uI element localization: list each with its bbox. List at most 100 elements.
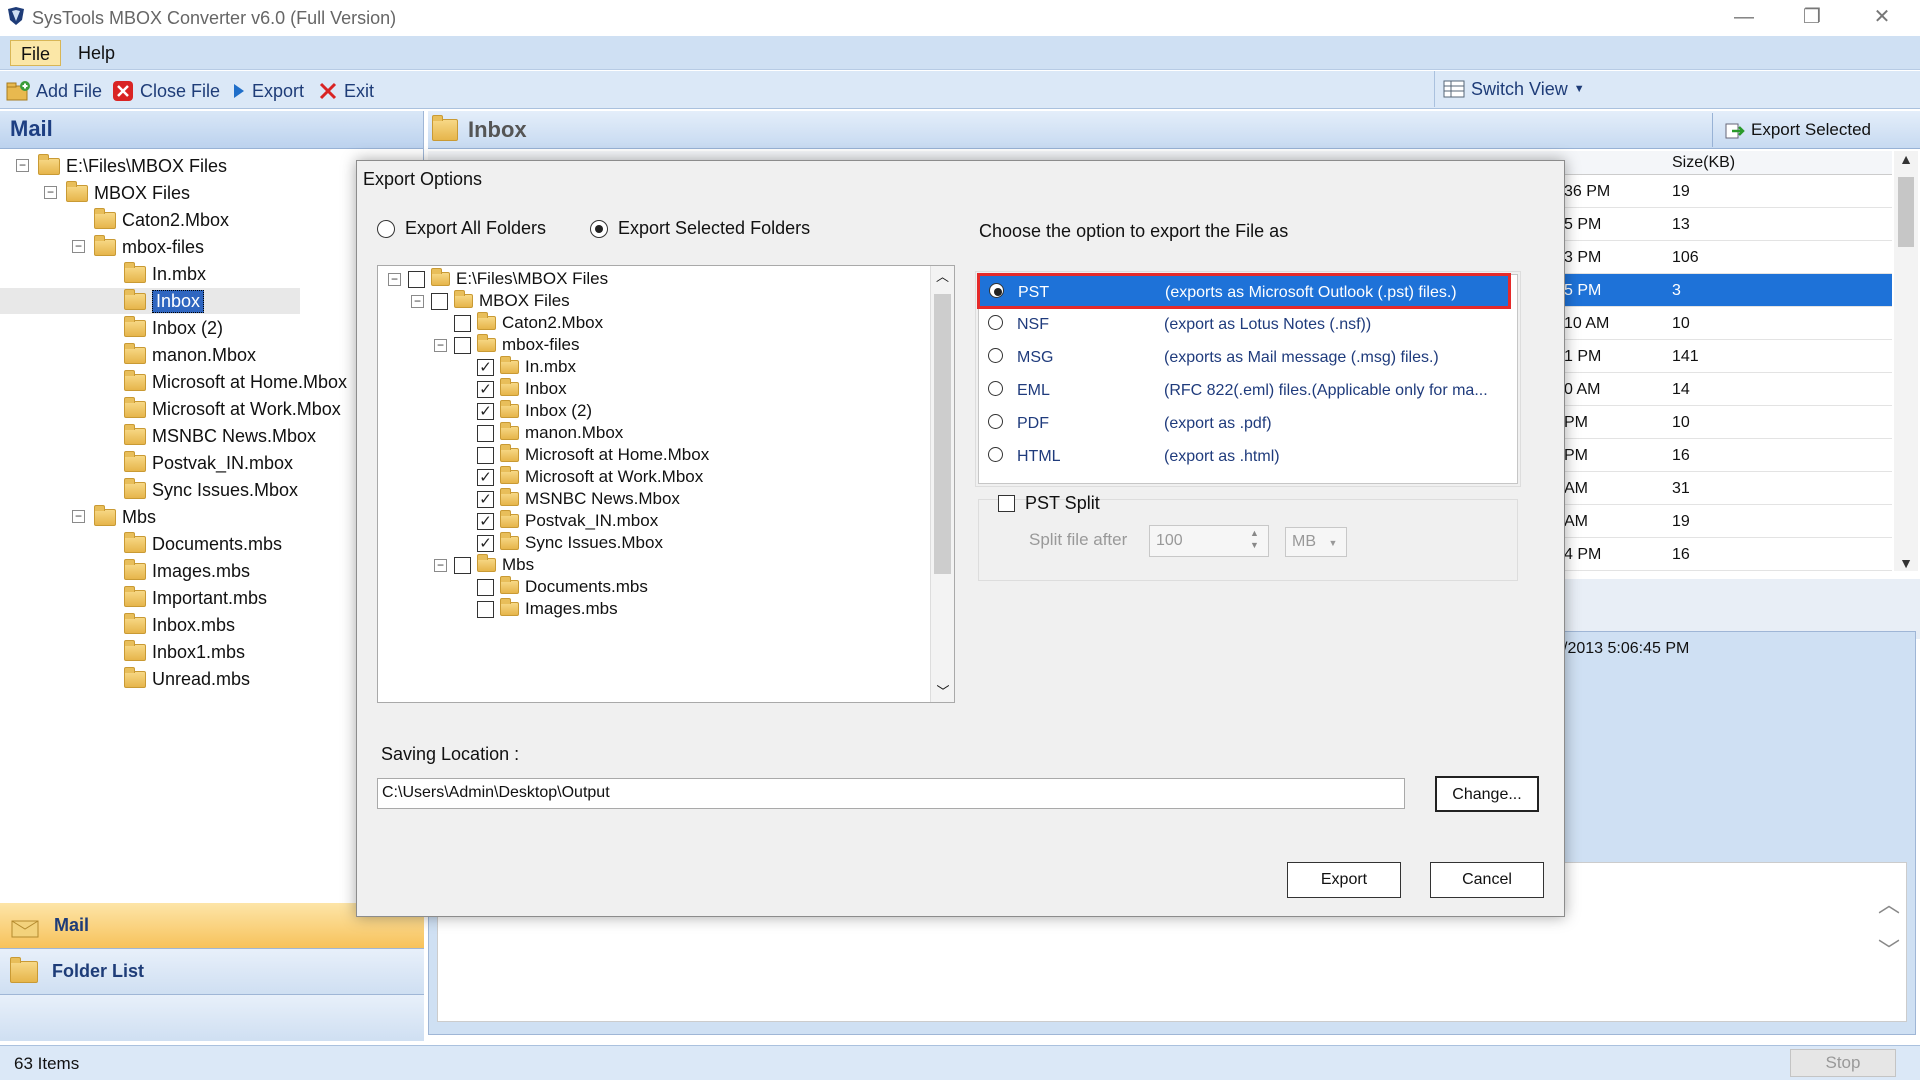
format-radio[interactable] bbox=[988, 315, 1003, 330]
format-option-pdf[interactable]: PDF (export as .pdf) bbox=[979, 407, 1517, 440]
dialog-tree-item[interactable]: MBOX Files bbox=[431, 290, 570, 312]
pst-split-option[interactable]: PST Split bbox=[998, 493, 1100, 514]
folder-checkbox[interactable] bbox=[454, 314, 471, 332]
dialog-tree-item[interactable]: Mbs bbox=[454, 554, 534, 576]
exit-button[interactable]: Exit bbox=[318, 78, 374, 104]
format-option-nsf[interactable]: NSF (export as Lotus Notes (.nsf)) bbox=[979, 308, 1517, 341]
tree-inbox-selected[interactable]: Inbox bbox=[0, 288, 300, 314]
pst-split-checkbox[interactable] bbox=[998, 495, 1015, 512]
dialog-tree-item[interactable]: Documents.mbs bbox=[477, 576, 648, 598]
scroll-thumb[interactable] bbox=[1898, 177, 1914, 247]
export-all-radio[interactable] bbox=[377, 219, 395, 238]
folder-checkbox[interactable]: ✓ bbox=[477, 490, 494, 508]
add-file-button[interactable]: Add File bbox=[6, 78, 102, 104]
tree-root[interactable]: E:\Files\MBOX Files bbox=[38, 153, 227, 179]
folder-checkbox[interactable]: ✓ bbox=[477, 468, 494, 486]
tree-inbox1[interactable]: Inbox1.mbs bbox=[124, 639, 245, 665]
dialog-tree-item[interactable]: ✓ Inbox bbox=[477, 378, 567, 400]
tree-mbs[interactable]: Mbs bbox=[94, 504, 156, 530]
saving-path-input[interactable]: C:\Users\Admin\Desktop\Output bbox=[377, 778, 1405, 809]
folder-checkbox[interactable] bbox=[477, 578, 494, 596]
dialog-tree-item[interactable]: ✓ MSNBC News.Mbox bbox=[477, 488, 680, 510]
restore-button[interactable]: ❐ bbox=[1782, 0, 1842, 36]
folder-checkbox[interactable] bbox=[454, 336, 471, 354]
collapse-icon[interactable]: − bbox=[388, 273, 401, 286]
export-button[interactable]: Export bbox=[232, 78, 304, 104]
dialog-tree-item[interactable]: mbox-files bbox=[454, 334, 579, 356]
folder-checkbox[interactable]: ✓ bbox=[477, 534, 494, 552]
menu-help[interactable]: Help bbox=[68, 40, 125, 66]
tree-important[interactable]: Important.mbs bbox=[124, 585, 267, 611]
folder-checkbox[interactable] bbox=[477, 600, 494, 618]
close-window-button[interactable]: ✕ bbox=[1852, 0, 1912, 36]
dialog-export-button[interactable]: Export bbox=[1287, 862, 1401, 898]
tree-msnbc[interactable]: MSNBC News.Mbox bbox=[124, 423, 316, 449]
tree-mbox-files[interactable]: MBOX Files bbox=[66, 180, 190, 206]
format-option-html[interactable]: HTML (export as .html) bbox=[979, 440, 1517, 473]
close-file-button[interactable]: Close File bbox=[112, 78, 220, 104]
dialog-cancel-button[interactable]: Cancel bbox=[1430, 862, 1544, 898]
format-option-eml[interactable]: EML (RFC 822(.eml) files.(Applicable only… bbox=[979, 374, 1517, 407]
size-column-header[interactable]: Size(KB) bbox=[1672, 154, 1735, 172]
dialog-tree-item[interactable]: Caton2.Mbox bbox=[454, 312, 603, 334]
folder-checkbox[interactable]: ✓ bbox=[477, 402, 494, 420]
format-radio[interactable] bbox=[988, 381, 1003, 396]
dialog-tree-item[interactable]: Microsoft at Home.Mbox bbox=[477, 444, 709, 466]
scroll-down-icon[interactable]: ▼ bbox=[1894, 555, 1918, 571]
folder-checkbox[interactable] bbox=[454, 556, 471, 574]
export-selected-radio[interactable] bbox=[590, 219, 608, 238]
folder-checkbox[interactable] bbox=[477, 446, 494, 464]
dialog-tree-item[interactable]: ✓ Postvak_IN.mbox bbox=[477, 510, 658, 532]
stepper-arrows-icon[interactable]: ▲ ▼ bbox=[1250, 527, 1259, 551]
nav-folder-list-button[interactable]: Folder List bbox=[0, 949, 424, 995]
tree-mbox-files-sub[interactable]: mbox-files bbox=[94, 234, 204, 260]
dialog-tree-item[interactable]: ✓ Sync Issues.Mbox bbox=[477, 532, 663, 554]
minimize-button[interactable]: — bbox=[1714, 0, 1774, 36]
tree-inbox-2[interactable]: Inbox (2) bbox=[124, 315, 223, 341]
scroll-up-icon[interactable]: ︿ bbox=[931, 266, 954, 285]
collapse-icon[interactable]: − bbox=[72, 240, 85, 253]
export-selected-option[interactable]: Export Selected Folders bbox=[590, 218, 810, 239]
tree-ms-work[interactable]: Microsoft at Work.Mbox bbox=[124, 396, 341, 422]
folder-checkbox[interactable]: ✓ bbox=[477, 358, 494, 376]
format-radio[interactable] bbox=[988, 447, 1003, 462]
folder-checkbox[interactable] bbox=[431, 292, 448, 310]
dialog-tree-scrollbar[interactable]: ︿ ﹀ bbox=[930, 266, 954, 702]
export-all-option[interactable]: Export All Folders bbox=[377, 218, 546, 239]
dialog-tree-item[interactable]: manon.Mbox bbox=[477, 422, 623, 444]
folder-checkbox[interactable] bbox=[477, 424, 494, 442]
folder-checkbox[interactable]: ✓ bbox=[477, 512, 494, 530]
tree-ms-home[interactable]: Microsoft at Home.Mbox bbox=[124, 369, 347, 395]
folder-checkbox[interactable] bbox=[408, 270, 425, 288]
scroll-thumb[interactable] bbox=[934, 294, 951, 574]
dialog-tree-item[interactable]: ✓ Microsoft at Work.Mbox bbox=[477, 466, 703, 488]
tree-manon[interactable]: manon.Mbox bbox=[124, 342, 256, 368]
tree-in-mbx[interactable]: In.mbx bbox=[124, 261, 206, 287]
tree-images[interactable]: Images.mbs bbox=[124, 558, 250, 584]
folder-checkbox[interactable]: ✓ bbox=[477, 380, 494, 398]
dialog-tree-item[interactable]: ✓ In.mbx bbox=[477, 356, 576, 378]
tree-documents[interactable]: Documents.mbs bbox=[124, 531, 282, 557]
export-selected-button[interactable]: Export Selected bbox=[1712, 113, 1900, 147]
change-location-button[interactable]: Change... bbox=[1435, 776, 1539, 812]
collapse-icon[interactable]: − bbox=[434, 559, 447, 572]
format-radio[interactable] bbox=[988, 348, 1003, 363]
dialog-tree-item[interactable]: Images.mbs bbox=[477, 598, 618, 620]
scroll-up-icon[interactable]: ▲ bbox=[1894, 151, 1918, 167]
message-list-scrollbar[interactable]: ▲ ▼ bbox=[1894, 151, 1918, 571]
tree-postvak[interactable]: Postvak_IN.mbox bbox=[124, 450, 293, 476]
collapse-icon[interactable]: − bbox=[434, 339, 447, 352]
format-radio[interactable] bbox=[988, 414, 1003, 429]
format-option-pst[interactable]: PST (exports as Microsoft Outlook (.pst) … bbox=[977, 273, 1511, 309]
collapse-icon[interactable]: − bbox=[44, 186, 57, 199]
collapse-icon[interactable]: − bbox=[16, 159, 29, 172]
collapse-icon[interactable]: − bbox=[411, 295, 424, 308]
tree-caton2[interactable]: Caton2.Mbox bbox=[94, 207, 229, 233]
menu-file[interactable]: File bbox=[10, 40, 62, 66]
tree-sync-issues[interactable]: Sync Issues.Mbox bbox=[124, 477, 298, 503]
switch-view-button[interactable]: Switch View ▼ bbox=[1434, 71, 1585, 107]
split-unit-select[interactable]: MB ▼ bbox=[1285, 527, 1347, 557]
preview-scroll-up-icon[interactable]: ︿ bbox=[1878, 887, 1900, 919]
scroll-down-icon[interactable]: ﹀ bbox=[931, 681, 954, 700]
dialog-tree-item[interactable]: ✓ Inbox (2) bbox=[477, 400, 592, 422]
